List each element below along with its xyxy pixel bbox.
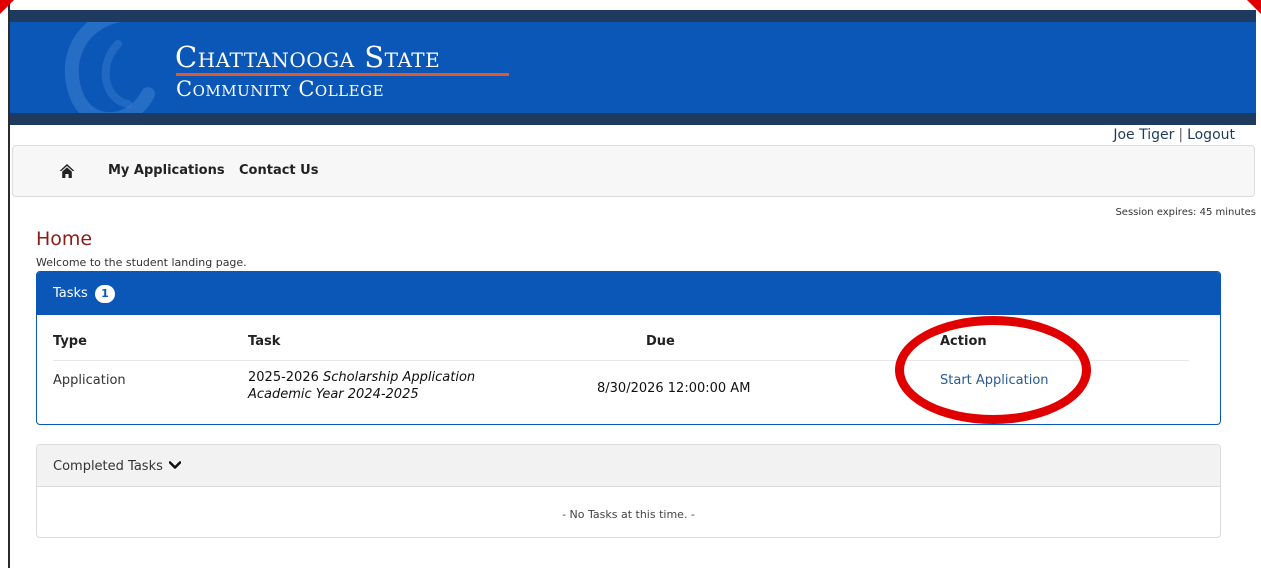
completed-tasks-label: Completed Tasks — [53, 459, 163, 474]
column-header-task: Task — [248, 334, 281, 349]
welcome-text: Welcome to the student landing page. — [36, 256, 247, 269]
completed-tasks-panel: Completed Tasks - No Tasks at this time.… — [36, 444, 1221, 538]
window-left-border — [0, 0, 10, 568]
logo-subtitle: Community College — [176, 77, 385, 101]
tasks-count-badge: 1 — [95, 285, 115, 303]
header-bottom-bar — [10, 113, 1256, 125]
page-title: Home — [36, 228, 93, 250]
nav-contact-us[interactable]: Contact Us — [239, 163, 318, 178]
logo-underline — [176, 73, 509, 76]
column-header-due: Due — [646, 334, 675, 349]
session-expiry: Session expires: 45 minutes — [1115, 207, 1256, 218]
task-title: Scholarship Application — [323, 370, 476, 385]
tasks-label: Tasks — [53, 286, 88, 301]
corner-mark-right-icon — [1247, 0, 1261, 14]
nav-my-applications[interactable]: My Applications — [108, 163, 225, 178]
completed-tasks-header[interactable]: Completed Tasks — [37, 445, 1220, 487]
task-name-cell: 2025-2026 Scholarship Application Academ… — [248, 369, 475, 403]
header-top-bar — [10, 10, 1256, 22]
corner-mark-left-icon — [0, 0, 14, 14]
college-banner: Chattanooga State Community College — [10, 22, 1256, 113]
column-header-type: Type — [53, 334, 87, 349]
chevron-down-icon — [168, 461, 181, 469]
home-icon[interactable] — [59, 163, 75, 179]
logo-title: Chattanooga State — [175, 40, 441, 74]
task-year: 2025-2026 — [248, 370, 319, 385]
task-academic-year: Academic Year 2024-2025 — [248, 387, 419, 402]
no-tasks-message: - No Tasks at this time. - — [562, 508, 695, 521]
task-type-cell: Application — [53, 373, 126, 388]
logout-link[interactable]: Logout — [1187, 127, 1235, 143]
main-navbar: My Applications Contact Us — [12, 145, 1255, 197]
completed-tasks-toggle[interactable]: Completed Tasks — [53, 459, 181, 474]
highlight-circle-annotation — [895, 316, 1091, 424]
user-links: Joe Tiger | Logout — [1113, 127, 1235, 143]
tasks-panel-header: Tasks 1 — [37, 272, 1220, 315]
user-name-link[interactable]: Joe Tiger — [1113, 127, 1174, 143]
user-links-separator: | — [1178, 127, 1184, 143]
task-due-cell: 8/30/2026 12:00:00 AM — [597, 381, 751, 396]
swirl-logo-mark-icon — [64, 22, 155, 113]
